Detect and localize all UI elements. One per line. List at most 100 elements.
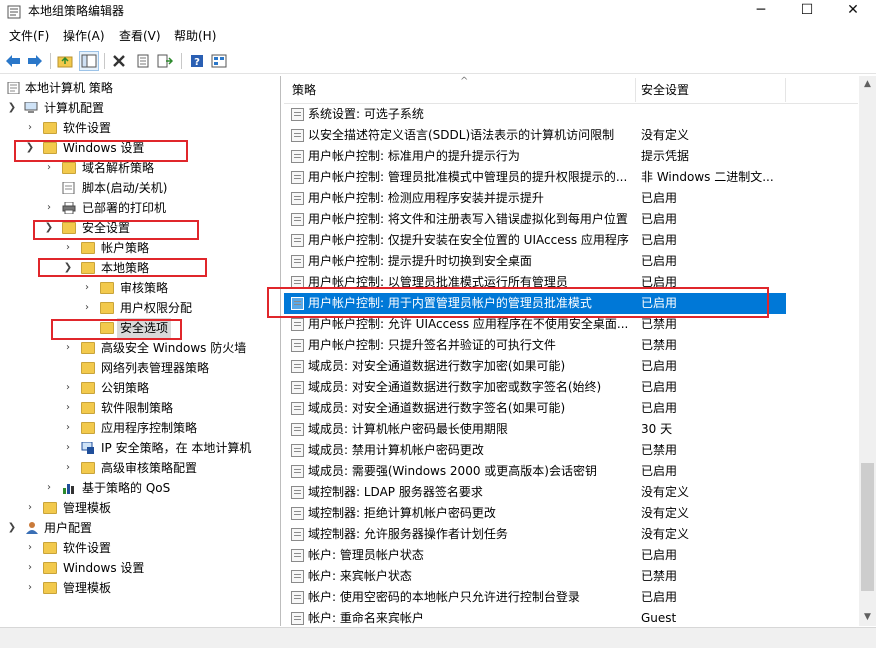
chevron-right-icon[interactable]: › <box>81 298 93 318</box>
table-row[interactable]: 用户帐户控制: 管理员批准模式中管理员的提升权限提示的... 非 Windows … <box>284 167 786 188</box>
menu-view[interactable]: 查看(V) <box>119 28 161 44</box>
table-row[interactable]: 用户帐户控制: 仅提升安装在安全位置的 UIAccess 应用程序 已启用 <box>284 230 786 251</box>
tree-item-user-admin-templates[interactable]: › 管理模板 <box>0 578 280 598</box>
menu-file[interactable]: 文件(F) <box>9 28 49 44</box>
column-header-policy[interactable]: 策略 <box>292 82 316 98</box>
table-row[interactable]: 以安全描述符定义语言(SDDL)语法表示的计算机访问限制 没有定义 <box>284 125 786 146</box>
table-row[interactable]: 系统设置: 可选子系统 <box>284 104 786 125</box>
chevron-right-icon[interactable]: › <box>43 158 55 178</box>
tree-item-advanced-audit[interactable]: › 高级审核策略配置 <box>0 458 280 478</box>
chevron-right-icon[interactable]: › <box>62 338 74 358</box>
chevron-right-icon[interactable]: › <box>24 558 36 578</box>
tree-item-local-policies[interactable]: ❯ 本地策略 <box>0 258 280 278</box>
tree-item-account-policies[interactable]: › 帐户策略 <box>0 238 280 258</box>
chevron-right-icon[interactable]: › <box>62 398 74 418</box>
tree-item-network-list-manager[interactable]: 网络列表管理器策略 <box>0 358 280 378</box>
chevron-down-icon[interactable]: ❯ <box>62 258 74 278</box>
table-row[interactable]: 域控制器: 允许服务器操作者计划任务 没有定义 <box>284 524 786 545</box>
table-row[interactable]: 用户帐户控制: 检测应用程序安装并提示提升 已启用 <box>284 188 786 209</box>
table-row[interactable]: 用户帐户控制: 只提升签名并验证的可执行文件 已禁用 <box>284 335 786 356</box>
chevron-right-icon[interactable]: › <box>62 238 74 258</box>
chevron-right-icon[interactable]: › <box>62 438 74 458</box>
table-row[interactable]: 用户帐户控制: 允许 UIAccess 应用程序在不使用安全桌面... 已禁用 <box>284 314 786 335</box>
vertical-scrollbar[interactable]: ▲ ▼ <box>859 76 876 626</box>
tree-item-user-software-settings[interactable]: › 软件设置 <box>0 538 280 558</box>
chevron-right-icon[interactable]: › <box>62 378 74 398</box>
back-arrow-icon[interactable] <box>3 51 23 71</box>
tree-item-admin-templates[interactable]: › 管理模板 <box>0 498 280 518</box>
tree-item-computer-config[interactable]: ❯ 计算机配置 <box>0 98 280 118</box>
chevron-right-icon[interactable]: › <box>81 278 93 298</box>
tree-item-app-control-policies[interactable]: › 应用程序控制策略 <box>0 418 280 438</box>
tree-item-public-key-policies[interactable]: › 公钥策略 <box>0 378 280 398</box>
table-row[interactable]: 帐户: 使用空密码的本地帐户只允许进行控制台登录 已启用 <box>284 587 786 608</box>
tree-item-scripts[interactable]: 脚本(启动/关机) <box>0 178 280 198</box>
table-row[interactable]: 用户帐户控制: 标准用户的提升提示行为 提示凭据 <box>284 146 786 167</box>
table-row[interactable]: 用户帐户控制: 提示提升时切换到安全桌面 已启用 <box>284 251 786 272</box>
scroll-up-icon[interactable]: ▲ <box>859 76 876 93</box>
chevron-right-icon[interactable]: › <box>24 498 36 518</box>
tree-item-windows-settings[interactable]: ❯ Windows 设置 <box>0 138 280 158</box>
table-row[interactable]: 域控制器: 拒绝计算机帐户密码更改 没有定义 <box>284 503 786 524</box>
table-row[interactable]: 帐户: 重命名来宾帐户 Guest <box>284 608 786 626</box>
table-row[interactable]: 域成员: 计算机帐户密码最长使用期限 30 天 <box>284 419 786 440</box>
tree-item-audit-policy[interactable]: › 审核策略 <box>0 278 280 298</box>
toolbar: ? <box>0 48 876 74</box>
tree-item-advanced-firewall[interactable]: › 高级安全 Windows 防火墙 <box>0 338 280 358</box>
chevron-down-icon[interactable]: ❯ <box>24 138 36 158</box>
view-icon[interactable] <box>209 51 229 71</box>
tree-item-ip-security[interactable]: › IP 安全策略，在 本地计算机 <box>0 438 280 458</box>
tree-item-qos-policy[interactable]: › 基于策略的 QoS <box>0 478 280 498</box>
policy-setting-icon <box>291 444 304 457</box>
tree-item-software-restriction[interactable]: › 软件限制策略 <box>0 398 280 418</box>
chevron-down-icon[interactable]: ❯ <box>6 98 18 118</box>
properties-icon[interactable] <box>133 51 153 71</box>
column-header-setting[interactable]: 安全设置 <box>641 82 689 98</box>
chevron-right-icon[interactable]: › <box>24 538 36 558</box>
tree-item-user-windows-settings[interactable]: › Windows 设置 <box>0 558 280 578</box>
table-row[interactable]: 帐户: 管理员帐户状态 已启用 <box>284 545 786 566</box>
tree-item-security-settings[interactable]: ❯ 安全设置 <box>0 218 280 238</box>
chevron-right-icon[interactable]: › <box>43 198 55 218</box>
table-row[interactable]: 帐户: 来宾帐户状态 已禁用 <box>284 566 786 587</box>
menu-action[interactable]: 操作(A) <box>63 28 105 44</box>
table-row[interactable]: 域成员: 对安全通道数据进行数字加密或数字签名(始终) 已启用 <box>284 377 786 398</box>
table-row[interactable]: 域控制器: LDAP 服务器签名要求 没有定义 <box>284 482 786 503</box>
tree-item-user-config[interactable]: ❯ 用户配置 <box>0 518 280 538</box>
chevron-down-icon[interactable]: ❯ <box>43 218 55 238</box>
chevron-right-icon[interactable]: › <box>62 458 74 478</box>
table-row[interactable]: 域成员: 需要强(Windows 2000 或更高版本)会话密钥 已启用 <box>284 461 786 482</box>
table-row[interactable]: 用户帐户控制: 将文件和注册表写入错误虚拟化到每用户位置 已启用 <box>284 209 786 230</box>
tree-item-name-resolution-policy[interactable]: › 域名解析策略 <box>0 158 280 178</box>
tree-item-local-computer-policy[interactable]: 本地计算机 策略 <box>0 78 280 98</box>
tree-item-deployed-printers[interactable]: › 已部署的打印机 <box>0 198 280 218</box>
show-hide-tree-icon[interactable] <box>79 51 99 71</box>
chevron-right-icon[interactable]: › <box>24 578 36 598</box>
chevron-right-icon[interactable]: › <box>62 418 74 438</box>
security-folder-icon <box>100 302 114 314</box>
policy-setting-icon <box>291 318 304 331</box>
tree-item-user-rights-assignment[interactable]: › 用户权限分配 <box>0 298 280 318</box>
chevron-right-icon[interactable]: › <box>43 478 55 498</box>
table-row[interactable]: 域成员: 对安全通道数据进行数字加密(如果可能) 已启用 <box>284 356 786 377</box>
scroll-thumb[interactable] <box>861 463 874 591</box>
delete-icon[interactable] <box>109 51 129 71</box>
chevron-down-icon[interactable]: ❯ <box>6 518 18 538</box>
menu-help[interactable]: 帮助(H) <box>174 28 216 44</box>
maximize-button[interactable]: ☐ <box>784 0 830 22</box>
tree-item-security-options[interactable]: 安全选项 <box>0 318 280 338</box>
chevron-right-icon[interactable]: › <box>24 118 36 138</box>
export-list-icon[interactable] <box>155 51 175 71</box>
minimize-button[interactable]: ─ <box>738 0 784 22</box>
table-row[interactable]: 域成员: 禁用计算机帐户密码更改 已禁用 <box>284 440 786 461</box>
table-row[interactable]: 用户帐户控制: 以管理员批准模式运行所有管理员 已启用 <box>284 272 786 293</box>
help-icon[interactable]: ? <box>187 51 207 71</box>
forward-arrow-icon[interactable] <box>25 51 45 71</box>
policy-setting-icon <box>291 339 304 352</box>
tree-item-software-settings[interactable]: › 软件设置 <box>0 118 280 138</box>
table-row[interactable]: 域成员: 对安全通道数据进行数字签名(如果可能) 已启用 <box>284 398 786 419</box>
up-folder-icon[interactable] <box>55 51 75 71</box>
close-button[interactable]: ✕ <box>830 0 876 22</box>
scroll-down-icon[interactable]: ▼ <box>859 609 876 626</box>
table-row[interactable]: 用户帐户控制: 用于内置管理员帐户的管理员批准模式 已启用 <box>284 293 786 314</box>
